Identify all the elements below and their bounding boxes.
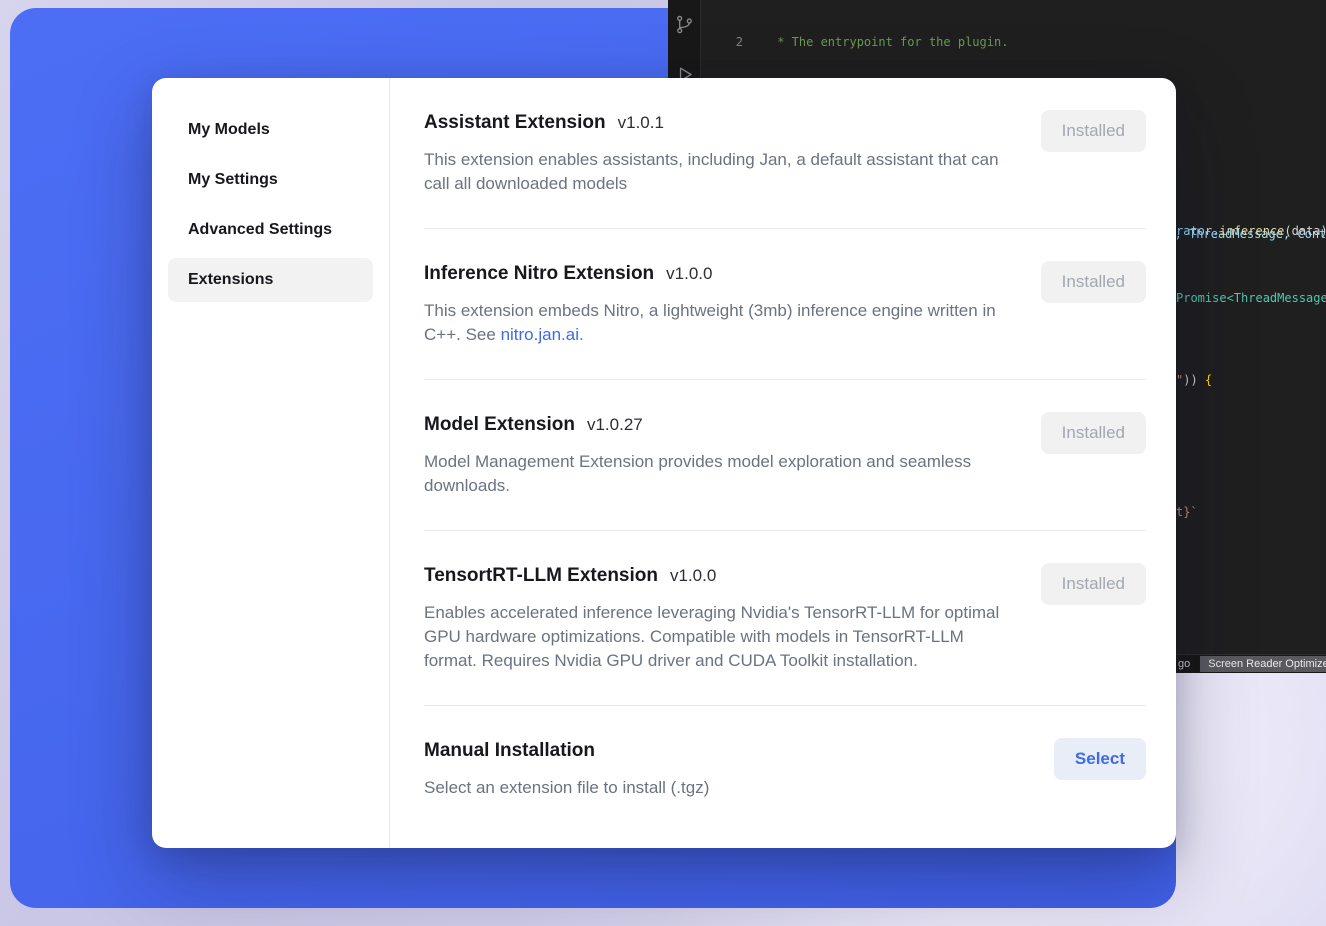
extension-name: Model Extension <box>424 414 575 435</box>
extension-version: v1.0.0 <box>666 264 712 283</box>
installed-button[interactable]: Installed <box>1041 412 1146 454</box>
code-fragment: ")) { <box>1176 372 1212 388</box>
settings-sidebar: My Models My Settings Advanced Settings … <box>152 78 390 848</box>
code-text: { <box>1205 373 1212 387</box>
extension-info: Inference Nitro Extension v1.0.0 This ext… <box>424 261 1041 347</box>
manual-installation-row: Manual Installation Select an extension … <box>424 706 1146 828</box>
installed-button[interactable]: Installed <box>1041 110 1146 152</box>
installed-button[interactable]: Installed <box>1041 563 1146 605</box>
code-text: )) <box>1183 373 1205 387</box>
screen-reader-status-item[interactable]: Screen Reader Optimized <box>1200 656 1326 672</box>
select-file-button[interactable]: Select <box>1054 738 1146 780</box>
extension-version: v1.0.1 <box>618 113 664 132</box>
extension-description: Model Management Extension provides mode… <box>424 450 1002 498</box>
extension-heading: Manual Installation <box>424 738 1018 764</box>
extension-version: v1.0.27 <box>587 415 643 434</box>
extension-version: v1.0.0 <box>670 566 716 585</box>
extension-row-nitro: Inference Nitro Extension v1.0.0 This ext… <box>424 229 1146 380</box>
extension-name: TensortRT-LLM Extension <box>424 565 658 586</box>
extension-heading: Assistant Extension v1.0.1 <box>424 110 1005 136</box>
extension-row-tensorrt: TensortRT-LLM Extension v1.0.0 Enables ac… <box>424 531 1146 706</box>
code-text: (data)); <box>1284 224 1326 238</box>
code-fragment: Promise<ThreadMessage> <box>1176 290 1326 306</box>
extension-info: Manual Installation Select an extension … <box>424 738 1054 800</box>
sidebar-item-my-settings[interactable]: My Settings <box>168 158 373 202</box>
extension-description: This extension embeds Nitro, a lightweig… <box>424 299 1002 347</box>
code-line: 2 * The entrypoint for the plugin. <box>702 34 1326 50</box>
nitro-jan-ai-link[interactable]: nitro.jan.ai. <box>501 325 584 344</box>
sidebar-item-extensions[interactable]: Extensions <box>168 258 373 302</box>
extension-heading: Model Extension v1.0.27 <box>424 412 1005 438</box>
desktop-background: 2 * The entrypoint for the plugin. 3 */ … <box>0 0 1326 926</box>
manual-installation-title: Manual Installation <box>424 740 595 761</box>
sidebar-item-my-models[interactable]: My Models <box>168 108 373 152</box>
extension-description: Enables accelerated inference leveraging… <box>424 601 1002 673</box>
extensions-panel: Assistant Extension v1.0.1 This extension… <box>390 78 1176 848</box>
extension-row-model: Model Extension v1.0.27 Model Management … <box>424 380 1146 531</box>
code-text: Promise<ThreadMessage> <box>1176 291 1326 305</box>
line-number: 2 <box>702 34 743 50</box>
extension-heading: TensortRT-LLM Extension v1.0.0 <box>424 563 1005 589</box>
settings-modal: My Models My Settings Advanced Settings … <box>152 78 1176 848</box>
extension-heading: Inference Nitro Extension v1.0.0 <box>424 261 1005 287</box>
code-text: rator. <box>1176 224 1219 238</box>
code-text: inference <box>1219 224 1284 238</box>
extension-info: TensortRT-LLM Extension v1.0.0 Enables ac… <box>424 563 1041 673</box>
extension-row-assistant: Assistant Extension v1.0.1 This extension… <box>424 78 1146 229</box>
installed-button[interactable]: Installed <box>1041 261 1146 303</box>
extension-description: This extension enables assistants, inclu… <box>424 148 1002 196</box>
extension-info: Model Extension v1.0.27 Model Management … <box>424 412 1041 498</box>
manual-installation-description: Select an extension file to install (.tg… <box>424 776 1002 800</box>
source-control-icon[interactable] <box>674 14 695 40</box>
code-fragment: rator.inference(data)); <box>1176 223 1326 239</box>
code-text: * The entrypoint for the plugin. <box>770 34 1008 50</box>
code-fragment: t}` <box>1176 504 1198 520</box>
extension-name: Inference Nitro Extension <box>424 263 654 284</box>
sidebar-item-advanced-settings[interactable]: Advanced Settings <box>168 208 373 252</box>
status-bar-item[interactable]: go <box>1178 658 1190 670</box>
extension-name: Assistant Extension <box>424 112 606 133</box>
extension-info: Assistant Extension v1.0.1 This extension… <box>424 110 1041 196</box>
code-text: t}` <box>1176 505 1198 519</box>
